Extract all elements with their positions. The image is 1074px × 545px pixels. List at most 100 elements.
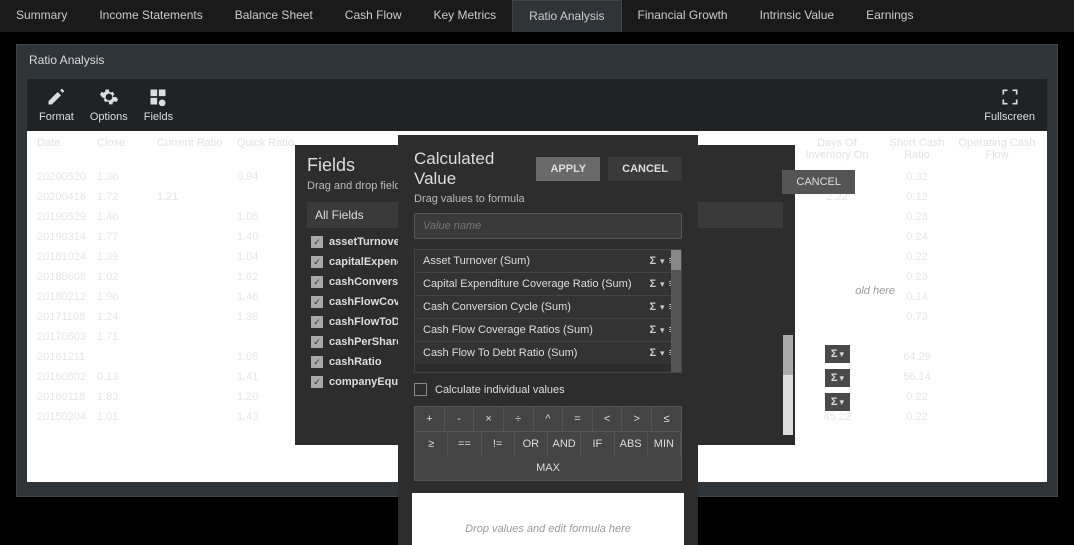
calc-value-label: Asset Turnover (Sum) — [423, 255, 530, 267]
col-current-ratio: Current Ratio — [157, 137, 237, 161]
chevron-down-icon[interactable]: ▾ — [660, 302, 665, 313]
field-label: assetTurnover — [329, 236, 404, 248]
sigma-toggle[interactable]: Σ▾ — [825, 345, 850, 363]
sigma-icon[interactable]: Σ — [649, 255, 656, 267]
panel-title: Ratio Analysis — [17, 45, 1057, 75]
operator-button[interactable]: AND — [548, 432, 581, 456]
chevron-down-icon[interactable]: ▾ — [660, 256, 665, 267]
tab-cash-flow[interactable]: Cash Flow — [329, 0, 418, 32]
sigma-icon[interactable]: Σ — [649, 324, 656, 336]
checkbox-icon[interactable]: ✓ — [311, 236, 323, 248]
formula-editor[interactable]: Drop values and edit formula here — [412, 493, 684, 545]
checkbox-icon[interactable] — [414, 383, 427, 396]
sigma-toggle[interactable]: Σ▾ — [825, 369, 850, 387]
operator-button[interactable]: MAX — [415, 456, 681, 480]
calc-value-label: Capital Expenditure Coverage Ratio (Sum) — [423, 278, 632, 290]
cancel-button[interactable]: CANCEL — [608, 157, 682, 181]
field-label: cashConversio — [329, 276, 408, 288]
operator-button[interactable]: IF — [581, 432, 614, 456]
calc-title: Calculated Value — [414, 149, 536, 189]
operator-button[interactable]: ≤ — [652, 407, 681, 431]
calc-value-label: Cash Conversion Cycle (Sum) — [423, 301, 571, 313]
col-days-inventory: Days Of Inventory On — [797, 137, 877, 161]
tab-balance-sheet[interactable]: Balance Sheet — [219, 0, 329, 32]
operator-button[interactable]: == — [448, 432, 481, 456]
operator-button[interactable]: ABS — [615, 432, 648, 456]
tab-earnings[interactable]: Earnings — [850, 0, 929, 32]
format-icon — [46, 87, 66, 107]
calc-individual-checkbox[interactable]: Calculate individual values — [414, 383, 682, 396]
fields-cancel-button[interactable]: CANCEL — [782, 170, 855, 194]
format-label: Format — [39, 111, 74, 123]
sigma-icon[interactable]: Σ — [649, 301, 656, 313]
gear-icon — [99, 87, 119, 107]
field-label: cashFlowToDe — [329, 316, 406, 328]
checkbox-icon[interactable]: ✓ — [311, 316, 323, 328]
operator-button[interactable]: MIN — [648, 432, 681, 456]
sigma-toggle[interactable]: Σ▾ — [825, 393, 850, 411]
fullscreen-icon — [1000, 87, 1020, 107]
fullscreen-button[interactable]: Fullscreen — [984, 87, 1035, 123]
chevron-down-icon[interactable]: ▾ — [660, 279, 665, 290]
options-button[interactable]: Options — [90, 87, 128, 123]
operator-button[interactable]: ≥ — [415, 432, 448, 456]
fullscreen-label: Fullscreen — [984, 111, 1035, 123]
fields-button[interactable]: Fields — [144, 87, 173, 123]
format-button[interactable]: Format — [39, 87, 74, 123]
tab-ratio-analysis[interactable]: Ratio Analysis — [512, 0, 621, 32]
sigma-icon[interactable]: Σ — [649, 278, 656, 290]
calc-value-row[interactable]: Cash Conversion Cycle (Sum)Σ▾≡ — [415, 296, 681, 319]
operator-row-2: ≥==!=ORANDIFABSMINMAX — [414, 432, 682, 481]
calc-scroll-thumb[interactable] — [671, 250, 681, 270]
calc-individual-label: Calculate individual values — [435, 384, 565, 396]
tab-summary[interactable]: Summary — [0, 0, 83, 32]
operator-button[interactable]: ÷ — [504, 407, 534, 431]
calc-value-row[interactable]: Asset Turnover (Sum)Σ▾≡ — [415, 250, 681, 273]
operator-button[interactable]: < — [593, 407, 623, 431]
checkbox-icon[interactable]: ✓ — [311, 276, 323, 288]
operator-button[interactable]: × — [474, 407, 504, 431]
tab-intrinsic-value[interactable]: Intrinsic Value — [744, 0, 850, 32]
operator-button[interactable]: != — [482, 432, 515, 456]
operator-button[interactable]: + — [415, 407, 445, 431]
checkbox-icon[interactable]: ✓ — [311, 356, 323, 368]
pivot-toolbar: Format Options Fields Fullscreen — [27, 79, 1047, 131]
col-operating-cash-flow: Operating Cash Flow — [957, 137, 1037, 161]
field-label: cashFlowCove — [329, 296, 406, 308]
calc-value-row[interactable]: Capital Expenditure Coverage Ratio (Sum)… — [415, 273, 681, 296]
field-label: capitalExpend — [329, 256, 404, 268]
calc-value-label: Cash Flow To Debt Ratio (Sum) — [423, 347, 577, 359]
value-name-input[interactable] — [414, 213, 682, 239]
options-label: Options — [90, 111, 128, 123]
col-close: Close — [97, 137, 157, 161]
calc-value-row[interactable]: Cash Flow Coverage Ratios (Sum)Σ▾≡ — [415, 319, 681, 342]
fields-scrollbar[interactable] — [783, 335, 793, 435]
operator-button[interactable]: = — [563, 407, 593, 431]
operator-button[interactable]: OR — [515, 432, 548, 456]
col-short-cash-ratio: Short Cash Ratio — [877, 137, 957, 161]
checkbox-icon[interactable]: ✓ — [311, 296, 323, 308]
apply-button[interactable]: APPLY — [536, 157, 600, 181]
chevron-down-icon[interactable]: ▾ — [660, 325, 665, 336]
calc-subtitle: Drag values to formula — [414, 193, 682, 205]
calculated-value-modal: Calculated Value APPLY CANCEL Drag value… — [398, 135, 698, 545]
field-label: cashRatio — [329, 356, 382, 368]
checkbox-icon[interactable]: ✓ — [311, 376, 323, 388]
tab-key-metrics[interactable]: Key Metrics — [417, 0, 512, 32]
calc-value-row[interactable]: Cash Flow To Debt Ratio (Sum)Σ▾≡ — [415, 342, 681, 364]
tab-financial-growth[interactable]: Financial Growth — [622, 0, 744, 32]
top-tabs: Summary Income Statements Balance Sheet … — [0, 0, 1074, 32]
fields-scroll-thumb[interactable] — [783, 335, 793, 375]
fields-icon — [148, 87, 168, 107]
tab-income-statements[interactable]: Income Statements — [83, 0, 218, 32]
chevron-down-icon[interactable]: ▾ — [660, 348, 665, 359]
operator-button[interactable]: ^ — [534, 407, 564, 431]
sigma-icon[interactable]: Σ — [649, 347, 656, 359]
checkbox-icon[interactable]: ✓ — [311, 336, 323, 348]
fields-drop-hint: old here — [855, 285, 895, 297]
operator-button[interactable]: - — [445, 407, 475, 431]
operator-button[interactable]: > — [622, 407, 652, 431]
checkbox-icon[interactable]: ✓ — [311, 256, 323, 268]
calc-scrollbar[interactable] — [671, 250, 681, 372]
col-date: Date — [37, 137, 97, 161]
